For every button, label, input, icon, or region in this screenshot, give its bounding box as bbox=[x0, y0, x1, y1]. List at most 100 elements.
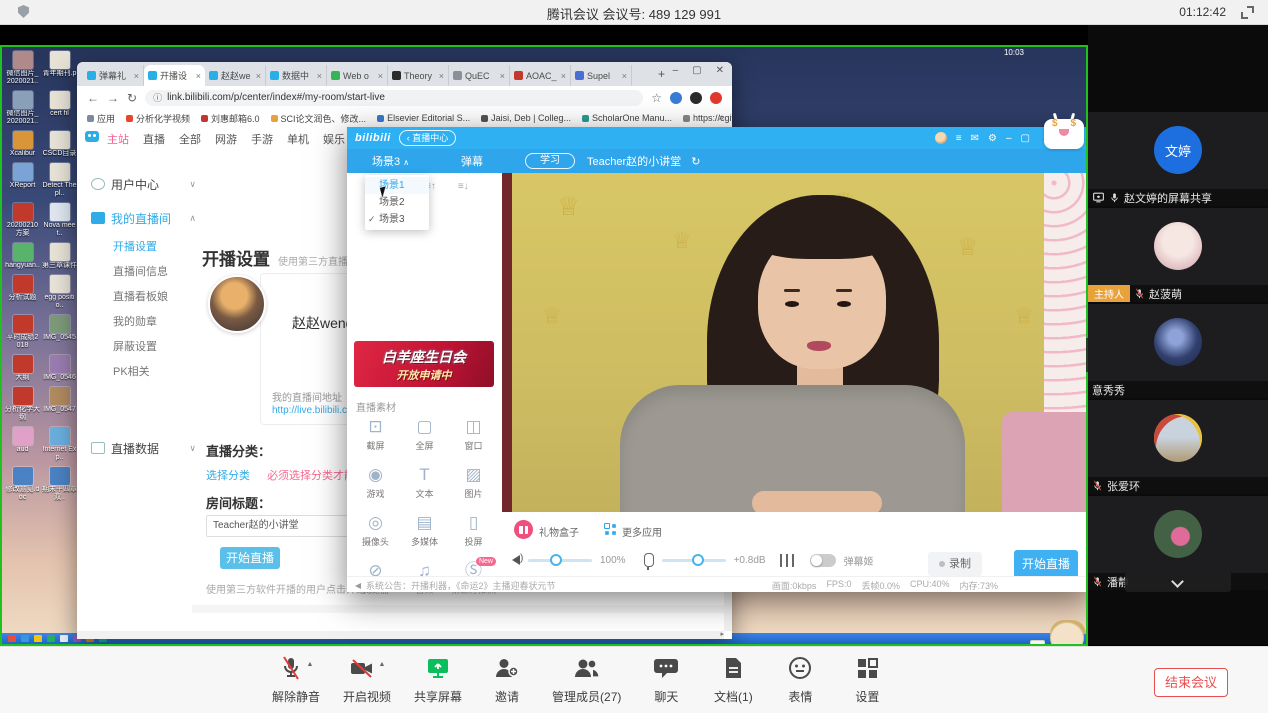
scene-selector[interactable]: 场景3 ∧ bbox=[372, 153, 409, 169]
new-tab-button[interactable]: + bbox=[658, 67, 665, 81]
taskbar-app-icon[interactable] bbox=[47, 635, 55, 642]
taskbar-app-icon[interactable] bbox=[8, 635, 16, 642]
user-avatar[interactable] bbox=[935, 132, 947, 144]
back-icon[interactable]: ← bbox=[87, 91, 99, 105]
close-icon[interactable]: ✕ bbox=[716, 65, 724, 76]
end-meeting-button[interactable]: 结束会议 bbox=[1154, 668, 1228, 697]
sort-down-icon[interactable]: ≡↓ bbox=[458, 181, 469, 192]
manage-members-button[interactable]: 管理成员(27) bbox=[552, 655, 621, 705]
material-item[interactable]: ▤ 多媒体 bbox=[400, 511, 449, 559]
minimize-icon[interactable]: – bbox=[1006, 133, 1012, 144]
minimize-icon[interactable]: – bbox=[673, 65, 679, 76]
desktop-icon[interactable]: 20200210方案 bbox=[5, 203, 40, 238]
emoji-button[interactable]: 表情 bbox=[778, 655, 822, 705]
tab-close-icon[interactable]: × bbox=[378, 71, 383, 81]
unmute-button[interactable]: ▲ 解除静音 bbox=[272, 655, 320, 705]
sidebar-menu-item[interactable]: PK相关 bbox=[113, 360, 196, 385]
browser-tab[interactable]: 开播设 × bbox=[144, 65, 205, 86]
desktop-icon[interactable]: egg positio.. bbox=[42, 275, 77, 310]
caret-up-icon[interactable]: ▲ bbox=[379, 661, 386, 668]
participant-tile[interactable]: 意秀秀 bbox=[1088, 304, 1268, 398]
taskbar-app-icon[interactable] bbox=[21, 635, 29, 642]
sidebar-group-my-liveroom[interactable]: 我的直播间 ∧ bbox=[91, 201, 196, 235]
volume-slider[interactable] bbox=[528, 559, 592, 562]
browser-tab[interactable]: 弹幕礼 × bbox=[83, 65, 144, 86]
desktop-icon[interactable]: XReport bbox=[5, 163, 40, 198]
back-to-center-button[interactable]: ‹ 直播中心 bbox=[399, 130, 457, 146]
menu-icon[interactable]: ≡ bbox=[956, 133, 962, 144]
bili-nav-item[interactable]: 单机 bbox=[287, 131, 309, 147]
horizontal-scrollbar[interactable]: ▸ bbox=[77, 631, 724, 639]
scene-option[interactable]: 场景1 bbox=[365, 177, 429, 194]
desktop-icon[interactable]: cert fil bbox=[42, 91, 77, 126]
desktop-icon[interactable]: 分析化学大纲 bbox=[5, 387, 40, 422]
desktop-icon[interactable]: 平时成绩2018 bbox=[5, 315, 40, 350]
event-banner[interactable]: 白羊座生日会 开放申请中 bbox=[354, 341, 494, 387]
tab-close-icon[interactable]: × bbox=[622, 71, 627, 81]
desktop-icon[interactable]: Nova meet.. bbox=[42, 203, 77, 238]
desktop-icon[interactable]: 大纲 bbox=[5, 355, 40, 382]
extension-icon[interactable] bbox=[670, 92, 682, 104]
browser-tab[interactable]: Supel × bbox=[571, 65, 632, 86]
equalizer-icon[interactable] bbox=[780, 554, 794, 567]
material-item[interactable]: T 文本 bbox=[400, 463, 449, 511]
start-video-button[interactable]: ▲ 开启视频 bbox=[343, 655, 391, 705]
sidebar-menu-item[interactable]: 我的勋章 bbox=[113, 310, 196, 335]
sidebar-group-live-data[interactable]: 直播数据 ∨ bbox=[91, 431, 196, 465]
tab-close-icon[interactable]: × bbox=[256, 71, 261, 81]
desktop-icon[interactable]: IMG_0547 bbox=[42, 387, 77, 422]
scene-option[interactable]: ✓ 场景3 bbox=[365, 211, 429, 228]
bili-nav-item[interactable]: 直播 bbox=[143, 131, 165, 147]
taskbar-app-icon[interactable] bbox=[60, 635, 68, 642]
material-item[interactable]: ▢ 全屏 bbox=[400, 415, 449, 463]
tab-close-icon[interactable]: × bbox=[317, 71, 322, 81]
browser-tab[interactable]: 数据中 × bbox=[266, 65, 327, 86]
tab-close-icon[interactable]: × bbox=[196, 71, 201, 81]
start-live-button[interactable]: 开始直播 bbox=[220, 547, 280, 569]
desktop-icon[interactable]: 期末十四章双.. bbox=[42, 467, 77, 502]
go-live-button[interactable]: 开始直播 bbox=[1014, 550, 1078, 578]
sidebar-menu-item[interactable]: 开播设置 bbox=[113, 235, 196, 260]
desktop-pet-widget[interactable]: 中半 bbox=[1030, 620, 1088, 646]
speaker-icon[interactable] bbox=[512, 555, 520, 565]
desktop-icon[interactable]: Detect Thepl.. bbox=[42, 163, 77, 198]
sidebar-group-user-center[interactable]: 用户中心 ∨ bbox=[91, 167, 196, 201]
bookmark-item[interactable]: Jaisi, Deb | Colleg... bbox=[481, 113, 571, 123]
material-item[interactable]: ▨ 图片 bbox=[449, 463, 498, 511]
desktop-icon[interactable]: aud bbox=[5, 427, 40, 462]
bookmark-item[interactable]: 分析化学视频 bbox=[126, 112, 190, 125]
mic-gain-slider[interactable] bbox=[662, 559, 726, 562]
settings-button[interactable]: 设置 bbox=[845, 655, 889, 705]
danmaku-tab[interactable]: 弹幕 bbox=[461, 153, 483, 169]
danmaku-toggle[interactable] bbox=[810, 554, 836, 567]
url-text[interactable]: link.bilibili.com/p/center/index#/my-roo… bbox=[167, 92, 385, 103]
bookmark-star-icon[interactable]: ☆ bbox=[651, 91, 662, 105]
desktop-icon[interactable]: IMG_0546 bbox=[42, 355, 77, 382]
browser-tab[interactable]: 赵赵we × bbox=[205, 65, 266, 86]
choose-category-link[interactable]: 选择分类 bbox=[206, 470, 250, 482]
room-title-input[interactable]: Teacher赵的小讲堂 bbox=[206, 515, 352, 537]
material-item[interactable]: ◫ 窗口 bbox=[449, 415, 498, 463]
taskbar-app-icon[interactable] bbox=[34, 635, 42, 642]
info-icon[interactable]: ⓘ bbox=[153, 91, 162, 104]
browser-tab[interactable]: AOAC_ × bbox=[510, 65, 571, 86]
category-tag-pill[interactable]: 学习 bbox=[525, 153, 575, 169]
url-box[interactable]: ⓘ link.bilibili.com/p/center/index#/my-r… bbox=[145, 90, 643, 106]
bili-nav-item[interactable]: 娱乐 bbox=[323, 131, 345, 147]
desktop-icon[interactable]: IMG_0545 bbox=[42, 315, 77, 350]
bookmarks-overflow-icon[interactable]: » bbox=[718, 112, 724, 123]
browser-tab[interactable]: Theory × bbox=[388, 65, 449, 86]
sidebar-menu-item[interactable]: 直播看板娘 bbox=[113, 285, 196, 310]
desktop-icon[interactable]: 微信图片_2020021.. bbox=[5, 51, 40, 86]
update-badge-icon[interactable] bbox=[710, 92, 722, 104]
desktop-icon[interactable]: 第三章课件 bbox=[42, 243, 77, 270]
profile-avatar[interactable] bbox=[690, 92, 702, 104]
bili-nav-item[interactable]: 主站 bbox=[107, 131, 129, 147]
tab-close-icon[interactable]: × bbox=[134, 71, 139, 81]
bookmark-item[interactable]: Elsevier Editorial S... bbox=[377, 113, 470, 123]
refresh-icon[interactable]: ↻ bbox=[691, 155, 700, 168]
material-item[interactable]: ▯ 投屏 bbox=[449, 511, 498, 559]
participant-tile[interactable]: 文婷 赵文婷的屏幕共享 bbox=[1088, 112, 1268, 206]
material-item[interactable]: ⊡ 截屏 bbox=[351, 415, 400, 463]
desktop-icon[interactable]: Xcalibur bbox=[5, 131, 40, 158]
